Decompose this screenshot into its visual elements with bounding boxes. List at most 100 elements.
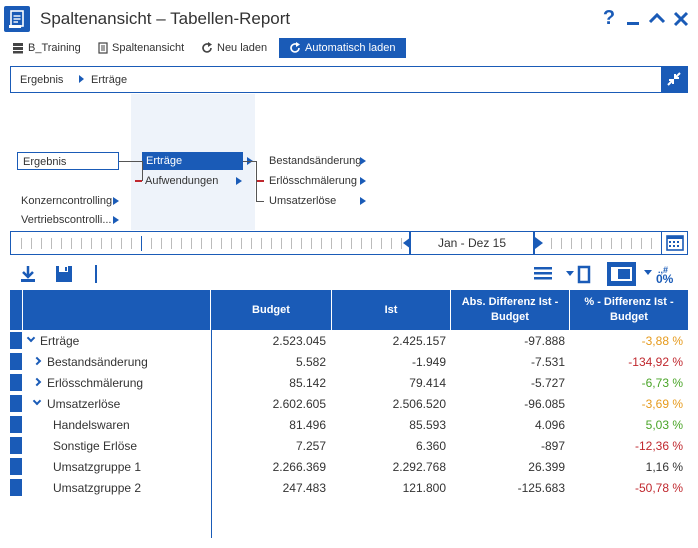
timeline-tick: [141, 236, 142, 251]
timeline-tick: [291, 238, 292, 249]
auto-load-button[interactable]: Automatisch laden: [279, 38, 406, 58]
timeline-tick: [611, 238, 612, 249]
period-label: Jan - Dez 15: [437, 236, 507, 250]
column-width-dropdown-icon[interactable]: [564, 265, 594, 285]
timeline-right-handle-icon[interactable]: [535, 237, 543, 249]
column-header-pct-diff[interactable]: % - Differenz Ist - Budget: [570, 290, 688, 330]
cell-pct: -12,36 %: [634, 439, 683, 453]
breadcrumb-item-ergebnis[interactable]: Ergebnis: [20, 74, 63, 86]
row-indicator[interactable]: [10, 353, 22, 370]
minimize-button[interactable]: [622, 6, 644, 30]
cell-abs: -96.085: [524, 397, 565, 411]
close-button[interactable]: [670, 6, 692, 30]
row-indicator[interactable]: [10, 458, 22, 475]
list-view-icon[interactable]: [533, 265, 553, 283]
expand-arrow-icon[interactable]: [113, 216, 119, 224]
cell-ist: 2.425.157: [392, 334, 446, 348]
row-indicator[interactable]: [10, 479, 22, 496]
timeline-period[interactable]: Jan - Dez 15: [409, 232, 535, 254]
tree-node-erloesschmaelerung[interactable]: Erlösschmälerung: [269, 172, 357, 190]
tree-connector: [119, 161, 142, 162]
save-icon[interactable]: [54, 264, 74, 284]
row-indicator[interactable]: [10, 416, 22, 433]
download-icon[interactable]: [18, 264, 38, 284]
chevron-right-icon[interactable]: [32, 356, 42, 366]
layout-toggle-button[interactable]: [607, 262, 636, 286]
cell-budget: 2.602.605: [272, 397, 326, 411]
cell-abs: 26.399: [528, 460, 565, 474]
timeline-tick: [311, 238, 312, 249]
cell-ist: 2.506.520: [392, 397, 446, 411]
expand-arrow-icon[interactable]: [236, 177, 242, 185]
collapse-minus-icon[interactable]: [257, 180, 264, 182]
timeline-tick: [651, 238, 652, 249]
title-bar: Spaltenansicht – Tabellen-Report ?: [0, 0, 698, 38]
cell-ist: 6.360: [415, 439, 446, 453]
collapse-minus-icon[interactable]: [135, 180, 142, 182]
timeline-tick: [181, 238, 182, 249]
tree-node-ertraege[interactable]: Erträge: [142, 152, 243, 170]
cell-pct: 5,03 %: [645, 418, 683, 432]
timeline-tick: [631, 238, 632, 249]
tree-node-bestandsaenderung[interactable]: Bestandsänderung: [269, 152, 361, 170]
reload-button[interactable]: Neu laden: [201, 38, 267, 58]
timeline-tick: [161, 238, 162, 249]
tree-node-vertriebscontrolling[interactable]: Vertriebscontrolli...: [21, 211, 111, 229]
cell-pct: -3,88 %: [641, 334, 683, 348]
cell-abs: -5.727: [530, 376, 565, 390]
timeline-tick: [201, 238, 202, 249]
timeline-slider[interactable]: Jan - Dez 15: [10, 231, 688, 255]
row-label: Sonstige Erlöse: [53, 439, 138, 453]
chevron-down-icon[interactable]: [32, 396, 42, 406]
tree-node-konzerncontrolling[interactable]: Konzerncontrolling: [21, 192, 112, 210]
tree-node-umsatzerloese[interactable]: Umsatzerlöse: [269, 192, 336, 210]
row-indicator[interactable]: [10, 374, 22, 391]
expand-arrow-icon[interactable]: [113, 197, 119, 205]
tree-node-ergebnis[interactable]: Ergebnis: [17, 152, 119, 170]
expand-arrow-icon[interactable]: [360, 157, 366, 165]
timeline-tick: [591, 238, 592, 249]
timeline-tick: [251, 238, 252, 249]
timeline-tick: [381, 238, 382, 249]
calendar-button[interactable]: [661, 232, 687, 254]
row-label: Erträge: [40, 334, 80, 348]
timeline-tick: [191, 238, 192, 249]
collapse-button[interactable]: [661, 67, 687, 92]
column-view-button[interactable]: Spaltenansicht: [98, 38, 184, 58]
grid-column-line: [211, 330, 212, 538]
maximize-button[interactable]: [646, 6, 668, 30]
timeline-tick: [241, 238, 242, 249]
chevron-down-icon[interactable]: [26, 333, 36, 343]
grid-divider: [22, 290, 23, 330]
column-header-budget[interactable]: Budget: [211, 290, 331, 330]
breadcrumb-item-ertraege[interactable]: Erträge: [91, 74, 127, 86]
timeline-tick: [301, 238, 302, 249]
column-header-ist[interactable]: Ist: [332, 290, 450, 330]
column-header-abs-diff[interactable]: Abs. Differenz Ist - Budget: [451, 290, 569, 330]
cell-budget: 85.142: [289, 376, 326, 390]
column-view-label: Spaltenansicht: [112, 42, 185, 54]
row-indicator[interactable]: [10, 437, 22, 454]
app-report-icon: [4, 6, 30, 32]
number-format-dropdown-icon[interactable]: .,# 0%: [642, 263, 678, 285]
cell-ist: 79.414: [409, 376, 446, 390]
tree-node-aufwendungen[interactable]: Aufwendungen: [145, 172, 218, 190]
database-selector[interactable]: B_Training: [12, 38, 81, 58]
row-indicator[interactable]: [10, 332, 22, 349]
row-label: Umsatzerlöse: [47, 397, 121, 411]
expand-arrow-icon[interactable]: [360, 177, 366, 185]
svg-text:0%: 0%: [656, 272, 674, 285]
timeline-left-handle-icon[interactable]: [403, 237, 411, 249]
cell-budget: 5.582: [295, 355, 326, 369]
row-label: Erlösschmälerung: [47, 376, 144, 390]
database-icon: [13, 43, 23, 54]
help-button[interactable]: ?: [598, 6, 620, 30]
chevron-right-icon[interactable]: [32, 377, 42, 387]
collapse-arrows-icon: [667, 72, 681, 86]
expand-arrow-icon[interactable]: [360, 197, 366, 205]
refresh-icon: [202, 42, 212, 53]
timeline-tick: [151, 238, 152, 249]
row-indicator[interactable]: [10, 395, 22, 412]
timeline-tick: [331, 238, 332, 249]
cell-abs: -7.531: [530, 355, 565, 369]
